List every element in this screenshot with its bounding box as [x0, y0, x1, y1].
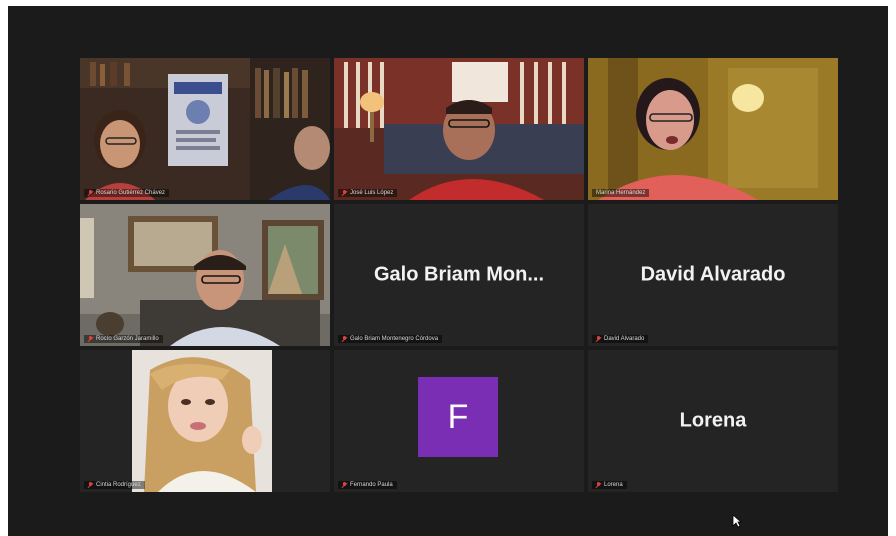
participant-name: David Alvarado: [604, 336, 645, 342]
mic-muted-icon: [596, 482, 601, 488]
participant-tile-2[interactable]: José Luis López: [334, 58, 584, 200]
participant-name-tag: Galo Briam Montenegro Córdova: [338, 335, 443, 343]
participant-name-tag: Cintia Rodríguez: [84, 481, 145, 489]
participant-name-tag: Rocío Garzón Jaramillo: [84, 335, 163, 343]
mic-muted-icon: [596, 336, 601, 342]
mic-muted-icon: [342, 190, 347, 196]
participant-tile-4[interactable]: Rocío Garzón Jaramillo: [80, 204, 330, 346]
participant-name-tag: Lorena: [592, 481, 627, 489]
participant-video: [80, 350, 330, 492]
mic-muted-icon: [342, 336, 347, 342]
mic-muted-icon: [88, 336, 93, 342]
gallery-grid: Rosario Gutiérrez Chávez José Luis López…: [80, 58, 838, 492]
participant-name: Fernando Paula: [350, 482, 393, 488]
participant-name: Lorena: [604, 482, 623, 488]
participant-tile-6[interactable]: David Alvarado David Alvarado: [588, 204, 838, 346]
participant-video: [80, 58, 330, 200]
avatar: F: [418, 377, 498, 457]
participant-name: Galo Briam Montenegro Córdova: [350, 336, 439, 342]
participant-name-tag: Marina Hernández: [592, 189, 650, 197]
participant-tile-9[interactable]: Lorena Lorena: [588, 350, 838, 492]
mic-muted-icon: [88, 190, 93, 196]
participant-tile-5[interactable]: Galo Briam Mon... Galo Briam Montenegro …: [334, 204, 584, 346]
participant-tile-1[interactable]: Rosario Gutiérrez Chávez: [80, 58, 330, 200]
participant-video: [334, 58, 584, 200]
participant-tile-3-active-speaker[interactable]: Marina Hernández: [588, 58, 838, 200]
mouse-cursor-icon: [732, 514, 742, 528]
participant-name-tag: Fernando Paula: [338, 481, 397, 489]
participant-name: Marina Hernández: [596, 190, 646, 196]
participant-display-name: Galo Briam Mon...: [373, 263, 545, 286]
participant-name: José Luis López: [350, 190, 394, 196]
participant-video: [588, 58, 838, 200]
participant-name-tag: José Luis López: [338, 189, 398, 197]
participant-name-tag: David Alvarado: [592, 335, 649, 343]
participant-name: Rocío Garzón Jaramillo: [96, 336, 159, 342]
participant-tile-8[interactable]: F Fernando Paula: [334, 350, 584, 492]
participant-display-name: David Alvarado: [640, 263, 786, 286]
participant-name: Rosario Gutiérrez Chávez: [96, 190, 166, 196]
participant-name: Cintia Rodríguez: [96, 482, 141, 488]
participant-display-name: Lorena: [679, 409, 747, 432]
mic-muted-icon: [88, 482, 93, 488]
participant-video: [80, 204, 330, 346]
mic-muted-icon: [342, 482, 347, 488]
participant-tile-7[interactable]: Cintia Rodríguez: [80, 350, 330, 492]
meeting-window: Rosario Gutiérrez Chávez José Luis López…: [8, 6, 888, 536]
participant-name-tag: Rosario Gutiérrez Chávez: [84, 189, 170, 197]
